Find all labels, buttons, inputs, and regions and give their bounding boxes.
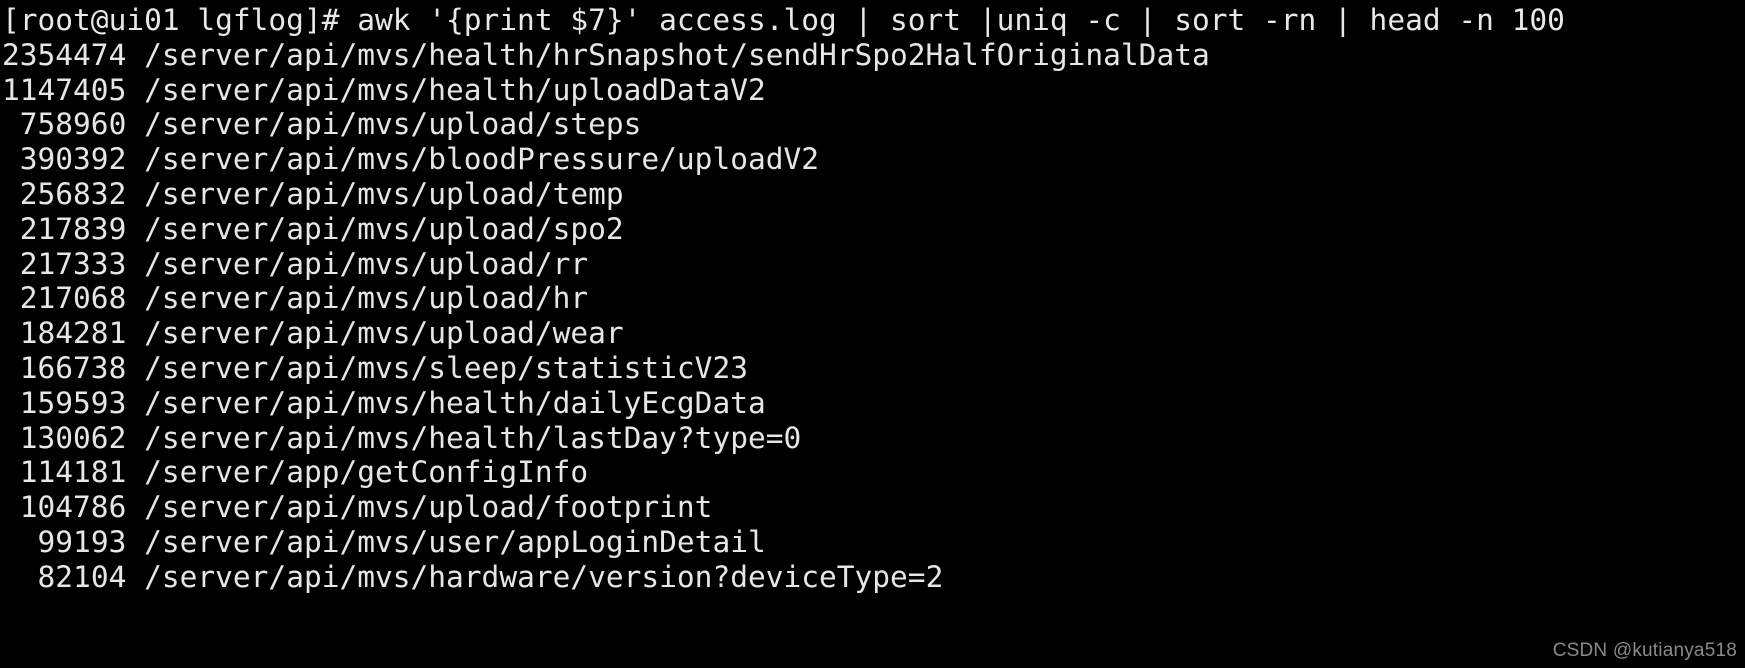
terminal-result-row: 159593 /server/api/mvs/health/dailyEcgDa… [2,386,1745,421]
request-count: 114181 [19,455,127,490]
request-path: /server/api/mvs/bloodPressure/uploadV2 [144,142,820,177]
request-path: /server/api/mvs/health/dailyEcgData [144,385,766,420]
terminal-result-row: 99193 /server/api/mvs/user/appLoginDetai… [2,525,1745,560]
request-path: /server/api/mvs/upload/rr [144,246,589,281]
request-count: 758960 [19,107,127,142]
request-count: 166738 [19,350,127,385]
terminal-output: [root@ui01 lgflog]# awk '{print $7}' acc… [0,0,1745,595]
request-count: 82104 [37,559,127,594]
request-path: /server/api/mvs/upload/footprint [144,490,713,525]
request-path: /server/api/mvs/health/lastDay?type=0 [144,420,802,455]
request-count: 217068 [19,281,127,316]
request-path: /server/app/getConfigInfo [144,455,589,490]
request-count: 2354474 [2,37,127,72]
terminal-result-row: 2354474 /server/api/mvs/health/hrSnapsho… [2,38,1745,73]
watermark-label: CSDN @kutianya518 [1552,640,1737,661]
request-count: 390392 [19,142,127,177]
request-path: /server/api/mvs/upload/spo2 [144,211,624,246]
terminal-result-row: 217333 /server/api/mvs/upload/rr [2,247,1745,282]
terminal-result-row: 217839 /server/api/mvs/upload/spo2 [2,212,1745,247]
request-count: 159593 [19,385,127,420]
request-count: 1147405 [2,72,127,107]
request-path: /server/api/mvs/upload/wear [144,316,624,351]
terminal-result-row: 184281 /server/api/mvs/upload/wear [2,316,1745,351]
terminal-result-row: 166738 /server/api/mvs/sleep/statisticV2… [2,351,1745,386]
request-path: /server/api/mvs/sleep/statisticV23 [144,350,748,385]
terminal-result-row: 256832 /server/api/mvs/upload/temp [2,177,1745,212]
request-path: /server/api/mvs/hardware/version?deviceT… [144,559,944,594]
terminal-result-row: 758960 /server/api/mvs/upload/steps [2,107,1745,142]
terminal-result-rows: 2354474 /server/api/mvs/health/hrSnapsho… [2,38,1745,595]
request-path: /server/api/mvs/user/appLoginDetail [144,524,766,559]
terminal-command-line: [root@ui01 lgflog]# awk '{print $7}' acc… [2,3,1565,37]
request-count: 130062 [19,420,127,455]
terminal-result-row: 114181 /server/app/getConfigInfo [2,455,1745,490]
terminal-result-row: 82104 /server/api/mvs/hardware/version?d… [2,560,1745,595]
request-path: /server/api/mvs/upload/steps [144,107,642,142]
request-count: 217333 [19,246,127,281]
terminal-result-row: 390392 /server/api/mvs/bloodPressure/upl… [2,142,1745,177]
terminal-result-row: 130062 /server/api/mvs/health/lastDay?ty… [2,421,1745,456]
request-path: /server/api/mvs/health/hrSnapshot/sendHr… [144,37,1210,72]
terminal-result-row: 104786 /server/api/mvs/upload/footprint [2,490,1745,525]
request-count: 99193 [37,524,127,559]
request-count: 217839 [19,211,127,246]
request-path: /server/api/mvs/health/uploadDataV2 [144,72,766,107]
request-count: 104786 [19,490,127,525]
request-path: /server/api/mvs/upload/temp [144,176,624,211]
terminal-result-row: 1147405 /server/api/mvs/health/uploadDat… [2,73,1745,108]
terminal-result-row: 217068 /server/api/mvs/upload/hr [2,281,1745,316]
request-count: 184281 [19,316,127,351]
terminal-window[interactable]: [root@ui01 lgflog]# awk '{print $7}' acc… [0,0,1745,668]
request-count: 256832 [19,176,127,211]
request-path: /server/api/mvs/upload/hr [144,281,589,316]
